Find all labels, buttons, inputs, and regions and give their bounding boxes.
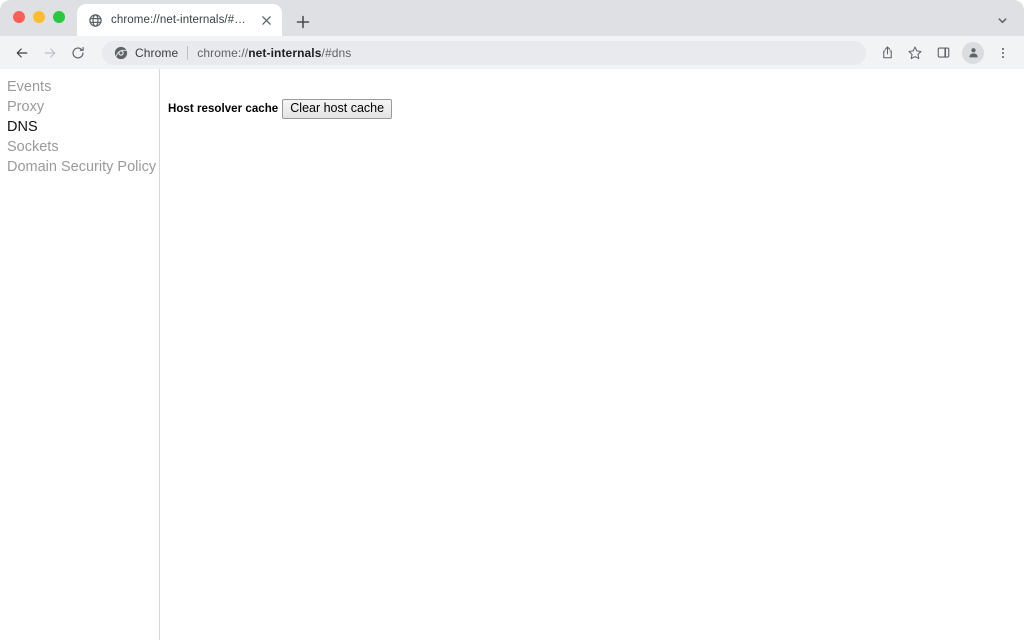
tab-strip: chrome://net-internals/#dns bbox=[0, 0, 1024, 36]
browser-toolbar: Chrome chrome://net-internals/#dns bbox=[0, 36, 1024, 69]
clear-host-cache-button[interactable]: Clear host cache bbox=[282, 99, 392, 119]
arrow-right-icon[interactable] bbox=[36, 39, 64, 67]
toolbar-actions bbox=[874, 40, 1016, 66]
omnibox-url: chrome://net-internals/#dns bbox=[197, 46, 351, 60]
url-host: net-internals bbox=[248, 46, 321, 60]
maximize-window-button[interactable] bbox=[53, 11, 65, 23]
dns-panel: Host resolver cache Clear host cache bbox=[160, 69, 1024, 640]
minimize-window-button[interactable] bbox=[33, 11, 45, 23]
side-panel-icon[interactable] bbox=[930, 40, 956, 66]
globe-icon bbox=[87, 12, 103, 28]
new-tab-button[interactable] bbox=[291, 10, 315, 34]
browser-tab[interactable]: chrome://net-internals/#dns bbox=[77, 4, 282, 36]
browser-window: chrome://net-internals/#dns bbox=[0, 0, 1024, 640]
address-bar[interactable]: Chrome chrome://net-internals/#dns bbox=[102, 41, 866, 65]
net-internals-sidebar: Events Proxy DNS Sockets Domain Security… bbox=[0, 69, 160, 640]
sidebar-item-domain-security-policy[interactable]: Domain Security Policy bbox=[0, 157, 159, 177]
url-suffix: /#dns bbox=[322, 46, 352, 60]
arrow-left-icon[interactable] bbox=[8, 39, 36, 67]
omnibox-separator bbox=[187, 46, 188, 60]
sidebar-item-events[interactable]: Events bbox=[0, 77, 159, 97]
page-content: Events Proxy DNS Sockets Domain Security… bbox=[0, 69, 1024, 640]
chevron-down-icon[interactable] bbox=[990, 8, 1014, 32]
sidebar-item-sockets[interactable]: Sockets bbox=[0, 137, 159, 157]
omnibox-chrome-label: Chrome bbox=[135, 46, 178, 60]
url-prefix: chrome:// bbox=[197, 46, 248, 60]
share-icon[interactable] bbox=[874, 40, 900, 66]
close-icon[interactable] bbox=[258, 12, 274, 28]
tab-title: chrome://net-internals/#dns bbox=[111, 14, 252, 26]
sidebar-item-proxy[interactable]: Proxy bbox=[0, 97, 159, 117]
sidebar-item-dns[interactable]: DNS bbox=[0, 117, 159, 137]
three-dot-menu-icon[interactable] bbox=[990, 40, 1016, 66]
reload-icon[interactable] bbox=[64, 39, 92, 67]
chrome-logo-icon bbox=[114, 46, 128, 60]
window-controls bbox=[13, 11, 65, 23]
profile-avatar-icon[interactable] bbox=[962, 42, 984, 64]
host-resolver-cache-row: Host resolver cache Clear host cache bbox=[168, 99, 1024, 119]
bookmark-star-icon[interactable] bbox=[902, 40, 928, 66]
close-window-button[interactable] bbox=[13, 11, 25, 23]
host-resolver-cache-label: Host resolver cache bbox=[168, 103, 278, 115]
